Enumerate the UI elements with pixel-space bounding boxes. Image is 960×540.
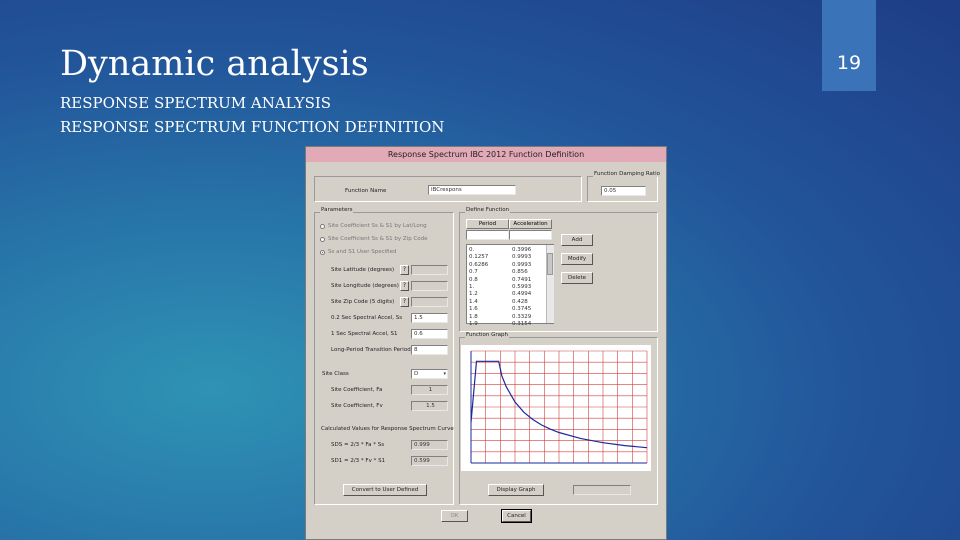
- site-class-select[interactable]: D ▾: [411, 369, 448, 379]
- damping-ratio-input[interactable]: 0.05: [601, 186, 646, 196]
- radio-user-specified-label: Ss and S1 User Specified: [328, 249, 397, 255]
- ss-label: 0.2 Sec Spectral Accel, Ss: [331, 315, 403, 321]
- period-value[interactable]: 0.7: [469, 269, 488, 276]
- convert-to-user-defined-button[interactable]: Convert to User Defined: [343, 484, 427, 496]
- longitude-help-button[interactable]: ?: [400, 281, 409, 291]
- acceleration-value[interactable]: 0.9993: [512, 262, 531, 269]
- col-period-header[interactable]: Period: [466, 219, 509, 229]
- latitude-label: Site Latitude (degrees): [331, 267, 395, 273]
- damping-group-title: Function Damping Ratio: [593, 171, 661, 177]
- zip-input[interactable]: [411, 297, 448, 307]
- period-value[interactable]: 1.4: [469, 299, 488, 306]
- period-value[interactable]: 0.1257: [469, 254, 488, 261]
- modify-button[interactable]: Modify: [561, 253, 593, 265]
- latitude-help-button[interactable]: ?: [400, 265, 409, 275]
- col-acceleration-header[interactable]: Acceleration: [509, 219, 552, 229]
- add-button[interactable]: Add: [561, 234, 593, 246]
- period-value[interactable]: 1.6: [469, 306, 488, 313]
- page-number: 19: [836, 52, 862, 74]
- ss-input[interactable]: 1.5: [411, 313, 448, 323]
- period-value[interactable]: 1.2: [469, 291, 488, 298]
- acceleration-value[interactable]: 0.5993: [512, 284, 531, 291]
- parameters-group: Parameters Site Coefficient Ss & S1 by L…: [314, 207, 454, 505]
- ok-button[interactable]: OK: [441, 510, 468, 522]
- cancel-button[interactable]: Cancel: [501, 509, 532, 523]
- dialog-title: Response Spectrum IBC 2012 Function Defi…: [306, 147, 666, 162]
- chevron-down-icon: ▾: [443, 371, 446, 377]
- graph-background: [461, 345, 651, 471]
- slide-subtitle-1: RESPONSE SPECTRUM ANALYSIS: [60, 94, 332, 112]
- acceleration-value[interactable]: 0.856: [512, 269, 531, 276]
- longitude-input[interactable]: [411, 281, 448, 291]
- period-value[interactable]: 1.8: [469, 314, 488, 321]
- site-class-label: Site Class: [322, 371, 349, 377]
- period-value[interactable]: 1.9: [469, 321, 488, 328]
- acceleration-value[interactable]: 0.3154: [512, 321, 531, 328]
- graph-coordinate-field: [573, 485, 631, 495]
- period-value[interactable]: 0.6286: [469, 262, 488, 269]
- period-value[interactable]: 1.: [469, 284, 488, 291]
- zip-help-button[interactable]: ?: [400, 297, 409, 307]
- function-name-input[interactable]: IBCrespons: [428, 185, 516, 195]
- period-value[interactable]: 0.: [469, 247, 488, 254]
- s1-label: 1 Sec Spectral Accel, S1: [331, 331, 398, 337]
- radio-latlong[interactable]: [320, 224, 325, 229]
- acceleration-column: 0.3996 0.9993 0.9993 0.856 0.7491 0.5993 0.499…: [512, 247, 531, 328]
- period-value[interactable]: 0.8: [469, 277, 488, 284]
- sd1-value: 0.599: [411, 456, 448, 466]
- calc-group-title: Calculated Values for Response Spectrum …: [321, 426, 454, 432]
- sds-label: SDS = 2/3 * Fa * Ss: [331, 442, 385, 448]
- slide-subtitle-2: RESPONSE SPECTRUM FUNCTION DEFINITION: [60, 118, 445, 136]
- damping-group: Function Damping Ratio 0.05: [587, 171, 661, 202]
- period-input[interactable]: [466, 230, 509, 240]
- radio-user-specified[interactable]: [320, 250, 325, 255]
- s1-input[interactable]: 0.6: [411, 329, 448, 339]
- acceleration-value[interactable]: 0.3329: [512, 314, 531, 321]
- acceleration-value[interactable]: 0.428: [512, 299, 531, 306]
- function-graph-group-title: Function Graph: [465, 332, 510, 338]
- radio-latlong-label: Site Coefficient Ss & S1 by Lat/Long: [328, 223, 427, 229]
- site-class-value: D: [414, 371, 419, 377]
- radio-zipcode[interactable]: [320, 237, 325, 242]
- acceleration-value[interactable]: 0.4994: [512, 291, 531, 298]
- fa-label: Site Coefficient, Fa: [331, 387, 383, 393]
- acceleration-value[interactable]: 0.3745: [512, 306, 531, 313]
- function-name-label: Function Name: [345, 188, 387, 194]
- acceleration-value[interactable]: 0.9993: [512, 254, 531, 261]
- display-graph-button[interactable]: Display Graph: [488, 484, 544, 496]
- parameters-group-title: Parameters: [320, 207, 354, 213]
- acceleration-value[interactable]: 0.3996: [512, 247, 531, 254]
- list-scrollbar-thumb[interactable]: [547, 253, 553, 275]
- define-function-group-title: Define Function: [465, 207, 511, 213]
- tl-label: Long-Period Transition Period: [331, 347, 411, 353]
- spectrum-values-list[interactable]: 0. 0.1257 0.6286 0.7 0.8 1. 1.2 1.4 1.6 1.8 1.9 0.…: [466, 244, 554, 327]
- fa-input[interactable]: 1: [411, 385, 448, 395]
- sd1-label: SD1 = 2/3 * Fv * S1: [331, 458, 386, 464]
- acceleration-input[interactable]: [509, 230, 552, 240]
- page-number-tab: [822, 0, 876, 91]
- delete-button[interactable]: Delete: [561, 272, 593, 284]
- longitude-label: Site Longitude (degrees): [331, 283, 399, 289]
- response-spectrum-dialog: Response Spectrum IBC 2012 Function Defi…: [305, 146, 667, 540]
- fv-label: Site Coefficient, Fv: [331, 403, 383, 409]
- function-graph: [461, 345, 651, 471]
- latitude-input[interactable]: [411, 265, 448, 275]
- slide-title: Dynamic analysis: [60, 44, 369, 84]
- sds-value: 0.999: [411, 440, 448, 450]
- period-column: 0. 0.1257 0.6286 0.7 0.8 1. 1.2 1.4 1.6 1.8 1.9: [469, 247, 488, 328]
- tl-input[interactable]: 8: [411, 345, 448, 355]
- fv-input[interactable]: 1.5: [411, 401, 448, 411]
- acceleration-value[interactable]: 0.7491: [512, 277, 531, 284]
- radio-zipcode-label: Site Coefficient Ss & S1 by Zip Code: [328, 236, 428, 242]
- zip-label: Site Zip Code (5 digits): [331, 299, 395, 305]
- function-name-group: Function Name IBCrespons: [314, 176, 582, 202]
